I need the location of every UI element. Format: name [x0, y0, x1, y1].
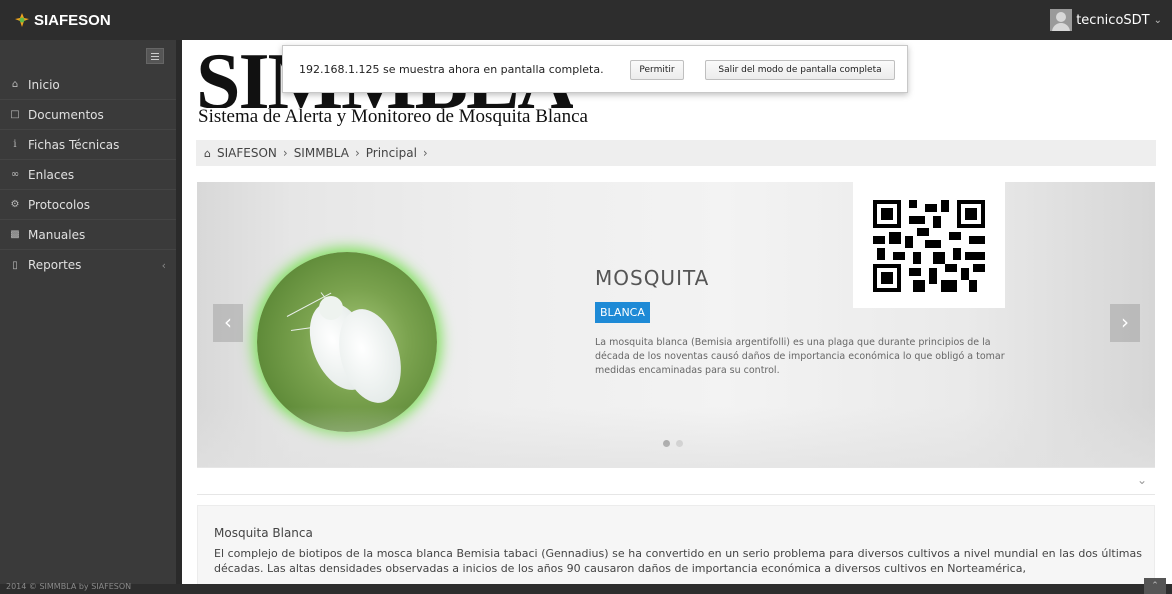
carousel-indicator[interactable] [676, 440, 683, 447]
divider [197, 494, 1155, 495]
avatar [1050, 9, 1073, 31]
fullscreen-message: 192.168.1.125 se muestra ahora en pantal… [299, 63, 604, 76]
sidebar-item-documentos[interactable]: □ Documentos [0, 100, 176, 130]
info-icon: i [13, 139, 17, 150]
sidebar-item-enlaces[interactable]: ∞ Enlaces [0, 160, 176, 190]
chevron-right-icon: › [282, 146, 288, 160]
info-panel: Mosquita Blanca El complejo de biotipos … [197, 505, 1155, 584]
main-content: SIMMBLA Sistema de Alerta y Monitoreo de… [182, 40, 1172, 584]
carousel-description: La mosquita blanca (Bemisia argentifolli… [595, 337, 1005, 376]
sidebar-item-fichas-tecnicas[interactable]: i Fichas Técnicas [0, 130, 176, 160]
carousel-title: MOSQUITA [595, 266, 710, 290]
sidebar-item-protocolos[interactable]: ⚙ Protocolos [0, 190, 176, 220]
link-icon: ∞ [10, 169, 20, 180]
sidebar-item-label: Protocolos [28, 197, 90, 212]
footer: 2014 © SIMMBLA by SIAFESON ⌃ [0, 578, 1172, 594]
book-icon: ▩ [10, 229, 20, 240]
sidebar-item-inicio[interactable]: ⌂ Inicio [0, 70, 176, 100]
brand[interactable]: SIAFESON [14, 10, 111, 30]
chevron-left-icon: ‹ [161, 258, 166, 272]
carousel-badge: BLANCA [595, 302, 650, 323]
sidebar-item-label: Inicio [28, 77, 60, 92]
chevron-right-icon: › [354, 146, 360, 160]
top-navbar: SIAFESON tecnicoSDT ⌄ [0, 0, 1172, 40]
user-name: tecnicoSDT [1076, 12, 1150, 28]
fullscreen-notice: 192.168.1.125 se muestra ahora en pantal… [282, 45, 908, 93]
page-subtitle: Sistema de Alerta y Monitoreo de Mosquit… [198, 106, 588, 127]
footer-text: 2014 © SIMMBLA by SIAFESON [6, 582, 132, 591]
allow-button[interactable]: Permitir [630, 60, 684, 80]
breadcrumb: ⌂ SIAFESON › SIMMBLA › Principal › [196, 140, 1156, 166]
info-title: Mosquita Blanca [214, 526, 313, 540]
sidebar-toggle-button[interactable] [146, 48, 164, 64]
breadcrumb-item[interactable]: SIMMBLA [294, 146, 349, 160]
sidebar-item-label: Enlaces [28, 167, 75, 182]
sidebar-item-manuales[interactable]: ▩ Manuales [0, 220, 176, 250]
sidebar-item-label: Fichas Técnicas [28, 137, 120, 152]
carousel-indicators [663, 440, 683, 447]
whitefly-image [257, 252, 437, 432]
chevron-down-icon: ⌄ [1153, 14, 1162, 26]
carousel-indicator[interactable] [663, 440, 670, 447]
carousel: ‹ › MOSQUITA BLANCA La mosquita blanca (… [197, 182, 1155, 467]
sidebar-menu: ⌂ Inicio □ Documentos i Fichas Técnicas … [0, 70, 176, 280]
carousel-next-button[interactable]: › [1110, 304, 1140, 342]
breadcrumb-item[interactable]: Principal [366, 146, 417, 160]
folder-icon: □ [10, 109, 20, 120]
scroll-top-button[interactable]: ⌃ [1144, 578, 1166, 594]
chevron-down-icon[interactable]: ⌄ [1137, 473, 1147, 487]
qr-code [853, 182, 1005, 308]
info-text: El complejo de biotipos de la mosca blan… [214, 547, 1142, 575]
exit-fullscreen-button[interactable]: Salir del modo de pantalla completa [705, 60, 895, 80]
divider [197, 467, 1155, 468]
document-icon: ▯ [12, 259, 18, 271]
sidebar: ⌂ Inicio □ Documentos i Fichas Técnicas … [0, 40, 182, 584]
home-icon: ⌂ [204, 146, 211, 160]
sidebar-item-label: Documentos [28, 107, 104, 122]
breadcrumb-item[interactable]: SIAFESON [217, 146, 277, 160]
home-icon: ⌂ [11, 79, 19, 90]
gear-icon: ⚙ [10, 199, 20, 210]
user-menu[interactable]: tecnicoSDT ⌄ [1050, 9, 1162, 31]
sidebar-item-label: Reportes [28, 258, 82, 272]
sidebar-item-reportes[interactable]: ▯ Reportes ‹ [0, 250, 176, 280]
carousel-prev-button[interactable]: ‹ [213, 304, 243, 342]
chevron-right-icon: › [422, 146, 428, 160]
siafeson-logo-icon [14, 12, 30, 28]
sidebar-item-label: Manuales [28, 227, 86, 242]
brand-name: SIAFESON [34, 11, 111, 29]
